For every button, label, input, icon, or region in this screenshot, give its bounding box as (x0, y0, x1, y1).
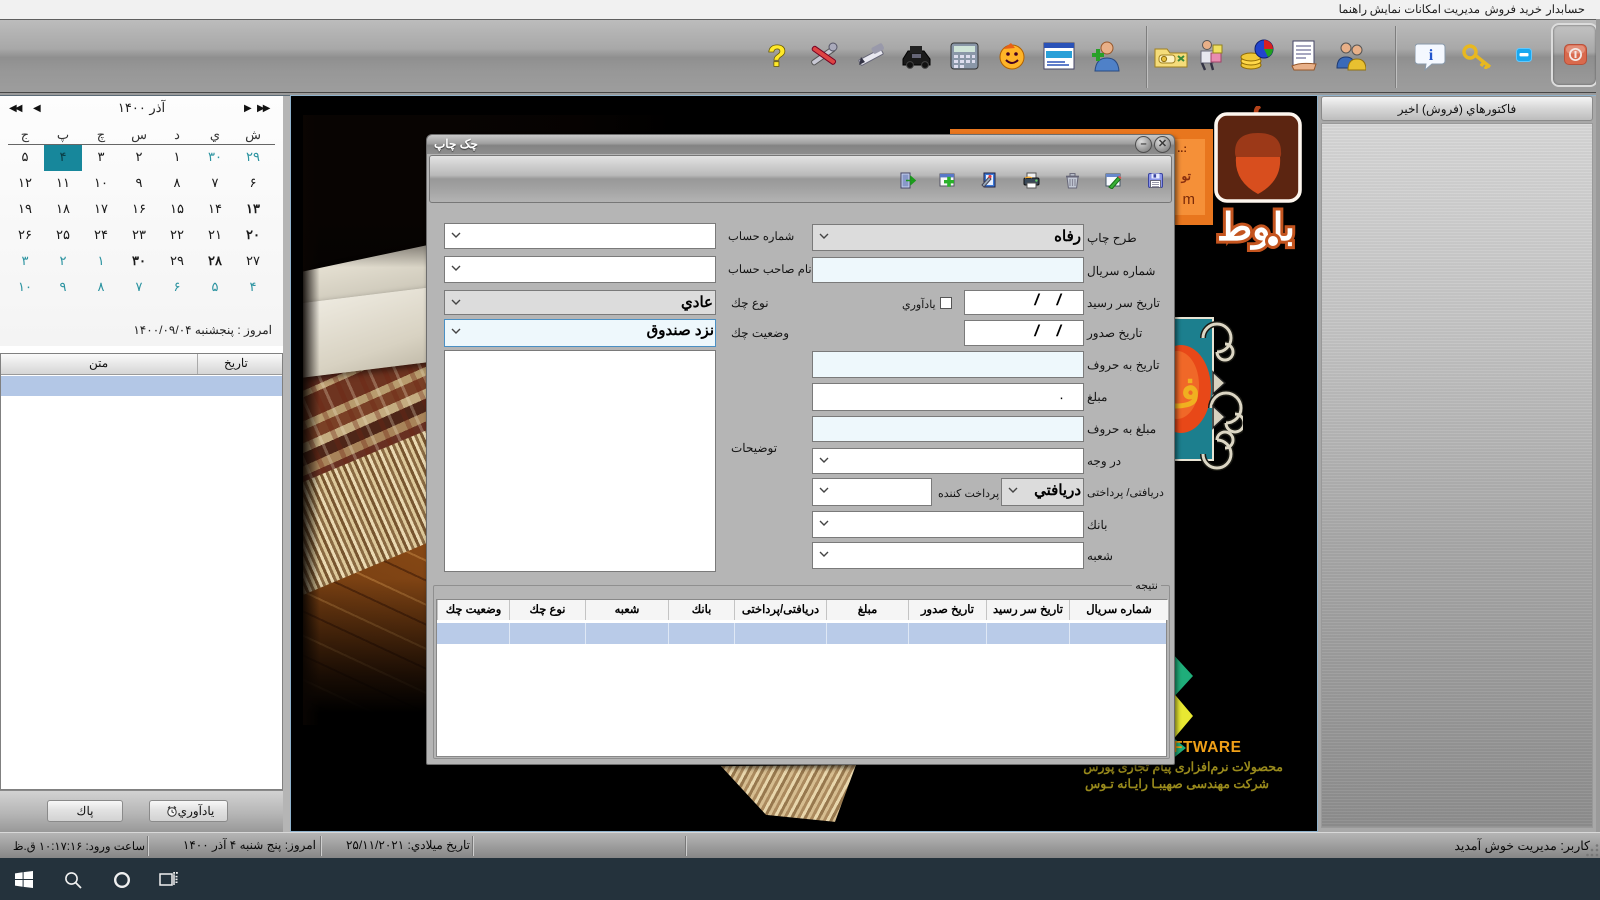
svg-text:?: ? (768, 40, 786, 73)
svg-text:i: i (1429, 47, 1434, 64)
svg-text:بلوط: بلوط (1217, 207, 1295, 250)
